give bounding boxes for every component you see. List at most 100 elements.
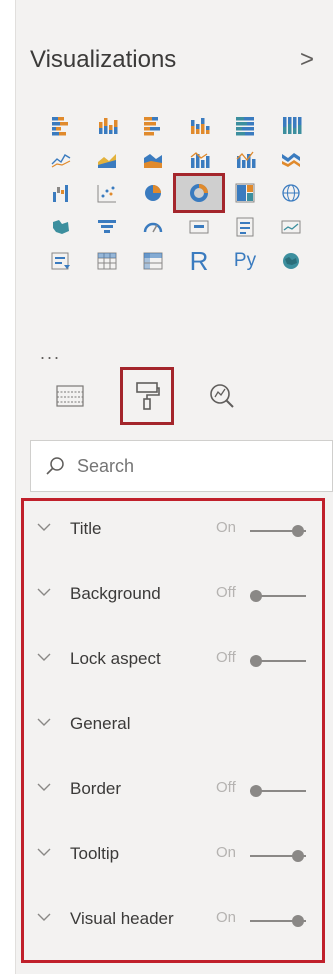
section-label: Background [70, 584, 161, 603]
pie-chart-visual-button[interactable] [130, 176, 176, 210]
area-chart-icon [96, 148, 118, 170]
toggle-state-label: Off [216, 649, 236, 666]
kpi-icon [280, 216, 302, 238]
r-visual-visual-button[interactable]: R [176, 244, 222, 278]
scatter-chart-icon [96, 182, 118, 204]
format-section-visual-header[interactable]: Visual header On [24, 895, 322, 943]
pie-chart-icon [142, 182, 164, 204]
format-section-title[interactable]: Title On [24, 505, 322, 553]
clustered-column-chart-icon [188, 114, 210, 136]
format-section-background[interactable]: Background Off [24, 570, 322, 618]
waterfall-chart-visual-button[interactable] [38, 176, 84, 210]
r-visual-icon: R [189, 245, 209, 276]
analytics-icon [210, 384, 234, 408]
toggle-switch[interactable] [250, 785, 306, 797]
line-and-clustered-column-chart-icon [234, 148, 256, 170]
toggle-state-label: Off [216, 584, 236, 601]
ribbon-chart-icon [280, 148, 302, 170]
kpi-visual-button[interactable] [268, 210, 314, 244]
stacked-area-chart-visual-button[interactable] [130, 142, 176, 176]
toggle-knob [292, 850, 304, 862]
search-box[interactable] [30, 440, 333, 492]
arcgis-map-visual-button[interactable] [268, 244, 314, 278]
toggle-state-label: On [216, 844, 237, 861]
clustered-bar-chart-icon [142, 114, 164, 136]
line-and-stacked-column-chart-icon [188, 148, 210, 170]
chevron-down-icon[interactable] [36, 779, 52, 795]
format-section-border[interactable]: Border Off [24, 765, 322, 813]
matrix-visual-button[interactable] [130, 244, 176, 278]
toggle-switch[interactable] [250, 655, 306, 667]
section-label: Lock aspect [70, 649, 161, 668]
search-icon [46, 457, 64, 475]
stacked-bar-chart-visual-button[interactable] [38, 108, 84, 142]
clustered-column-chart-visual-button[interactable] [176, 108, 222, 142]
section-label: General [70, 714, 131, 733]
line-chart-visual-button[interactable] [38, 142, 84, 176]
line-and-clustered-column-chart-visual-button[interactable] [222, 142, 268, 176]
toggle-switch[interactable] [250, 590, 306, 602]
chevron-down-icon[interactable] [36, 519, 52, 535]
100-percent-stacked-bar-chart-icon [234, 114, 256, 136]
map-icon [280, 182, 302, 204]
gauge-icon [142, 216, 164, 238]
table-icon [96, 250, 118, 272]
format-section-general[interactable]: General [24, 700, 322, 748]
stacked-column-chart-icon [96, 114, 118, 136]
chevron-down-icon[interactable] [36, 649, 52, 665]
100-percent-stacked-column-chart-visual-button[interactable] [268, 108, 314, 142]
toggle-knob [292, 915, 304, 927]
format-section-tooltip[interactable]: Tooltip On [24, 830, 322, 878]
format-section-lock-aspect[interactable]: Lock aspect Off [24, 635, 322, 683]
chevron-down-icon[interactable] [36, 714, 52, 730]
more-visuals-button[interactable]: ... [40, 343, 61, 364]
stacked-column-chart-visual-button[interactable] [84, 108, 130, 142]
100-percent-stacked-column-chart-icon [280, 114, 302, 136]
fields-tab[interactable] [46, 370, 94, 422]
analytics-tab[interactable] [198, 370, 246, 422]
card-icon [188, 216, 210, 238]
section-label: Tooltip [70, 844, 120, 863]
filled-map-icon [50, 216, 72, 238]
funnel-visual-button[interactable] [84, 210, 130, 244]
area-chart-visual-button[interactable] [84, 142, 130, 176]
chevron-down-icon[interactable] [36, 584, 52, 600]
filled-map-visual-button[interactable] [38, 210, 84, 244]
matrix-icon [142, 250, 164, 272]
toggle-switch[interactable] [250, 915, 306, 927]
section-label: Border [70, 779, 122, 798]
toggle-switch[interactable] [250, 850, 306, 862]
map-visual-button[interactable] [268, 176, 314, 210]
arcgis-map-icon [280, 250, 302, 272]
pane-tabs [46, 367, 276, 430]
python-visual-visual-button[interactable]: Py [222, 244, 268, 278]
multi-row-card-visual-button[interactable] [222, 210, 268, 244]
scatter-chart-visual-button[interactable] [84, 176, 130, 210]
toggle-state-label: Off [216, 779, 236, 796]
format-sections-list: Title On Background Off Lock aspect Off Genera… [21, 498, 325, 963]
table-visual-button[interactable] [84, 244, 130, 278]
ribbon-chart-visual-button[interactable] [268, 142, 314, 176]
donut-chart-visual-button[interactable] [173, 173, 225, 213]
card-visual-button[interactable] [176, 210, 222, 244]
toggle-knob [250, 785, 262, 797]
toggle-state-label: On [216, 519, 237, 536]
section-label: Title [70, 519, 102, 538]
chevron-down-icon[interactable] [36, 844, 52, 860]
clustered-bar-chart-visual-button[interactable] [130, 108, 176, 142]
line-and-stacked-column-chart-visual-button[interactable] [176, 142, 222, 176]
search-input[interactable] [75, 454, 299, 478]
fields-icon [56, 385, 84, 407]
visual-types-grid: R Py [38, 108, 314, 278]
toggle-switch[interactable] [250, 525, 306, 537]
collapse-pane-icon[interactable]: > [294, 46, 320, 74]
gauge-visual-button[interactable] [130, 210, 176, 244]
format-tab[interactable] [120, 367, 174, 425]
slicer-visual-button[interactable] [38, 244, 84, 278]
chevron-down-icon[interactable] [36, 909, 52, 925]
pane-title: Visualizations [30, 46, 177, 73]
toggle-knob [292, 525, 304, 537]
100-percent-stacked-bar-chart-visual-button[interactable] [222, 108, 268, 142]
toggle-state-label: On [216, 909, 237, 926]
treemap-visual-button[interactable] [222, 176, 268, 210]
